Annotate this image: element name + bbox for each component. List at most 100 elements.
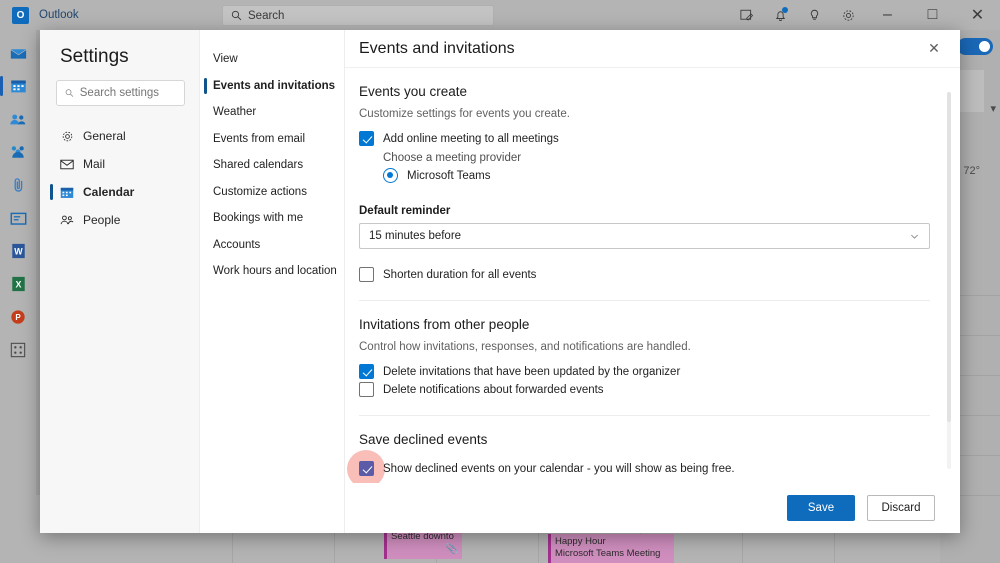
page-title: Events and invitations [359,40,515,58]
subnav-item-accounts[interactable]: Accounts [200,232,344,259]
checkbox-label: Shorten duration for all events [383,269,536,281]
save-button[interactable]: Save [787,495,855,521]
settings-gear-icon[interactable] [831,0,865,30]
subnav-item-shared-calendars[interactable]: Shared calendars [200,152,344,179]
settings-search-input[interactable] [80,87,184,99]
subnav-item-bookings-with-me[interactable]: Bookings with me [200,205,344,232]
checkbox-delete-forwarded-notifications[interactable] [359,382,374,397]
more-apps-icon [10,342,26,358]
checkbox-row-add-online-meeting[interactable]: Add online meeting to all meetings [359,131,930,146]
default-reminder-value: 15 minutes before [369,230,461,242]
content-header: Events and invitations ✕ [345,30,960,68]
rail-item-people[interactable] [2,104,34,134]
svg-text:P: P [15,313,21,322]
subnav-item-events-and-invitations[interactable]: Events and invitations [200,73,344,100]
rail-item-notes[interactable] [2,203,34,233]
title-bar: O Outlook Search [0,0,1000,30]
people-icon [60,214,74,226]
settings-dialog: Settings General [40,30,960,533]
checkbox-delete-updated-invitations[interactable] [359,364,374,379]
sidebar-item-label: Mail [83,157,105,171]
sidebar-item-mail[interactable]: Mail [40,150,199,178]
section-desc-events-you-create: Customize settings for events you create… [359,108,930,120]
sidebar-item-people[interactable]: People [40,206,199,234]
notifications-bell-icon[interactable] [763,0,797,30]
sidebar-item-label: People [83,213,120,227]
checkbox-row-delete-updated-invitations[interactable]: Delete invitations that have been update… [359,364,930,379]
view-toggle-switch[interactable] [957,38,993,55]
gear-icon [60,130,74,143]
sidebar-item-general[interactable]: General [40,122,199,150]
excel-icon: X [11,276,26,292]
meeting-provider-label: Choose a meeting provider [383,152,930,164]
default-reminder-dropdown[interactable]: 15 minutes before [359,223,930,249]
close-button[interactable]: ✕ [955,0,1000,30]
radio-row-microsoft-teams[interactable]: Microsoft Teams [383,168,930,183]
checkbox-row-shorten-duration[interactable]: Shorten duration for all events [359,267,930,282]
rail-item-word[interactable]: W [2,236,34,266]
rail-item-calendar[interactable] [2,71,34,101]
close-icon[interactable]: ✕ [922,37,946,61]
dialog-footer: Save Discard [345,483,960,533]
section-title-save-declined-events: Save declined events [359,432,930,447]
sidebar-item-label: Calendar [83,185,134,199]
weather-temperature: 72° [963,165,980,177]
section-title-invitations: Invitations from other people [359,317,930,332]
notepad-icon[interactable] [729,0,763,30]
subnav-item-events-from-email[interactable]: Events from email [200,126,344,153]
rail-item-powerpoint[interactable]: P [2,302,34,332]
maximize-button[interactable]: □ [910,0,955,30]
subnav-item-view[interactable]: View [200,46,344,73]
global-search-placeholder: Search [248,10,284,22]
calendar-event[interactable]: Happy Hour Microsoft Teams Meeting [548,534,674,563]
rail-item-more-apps[interactable] [2,335,34,365]
attachment-clip-icon: 📎 [446,544,458,557]
rail-item-groups[interactable] [2,137,34,167]
notes-icon [10,211,27,226]
chevron-down-icon [909,231,920,242]
rail-item-excel[interactable]: X [2,269,34,299]
scrollbar-thumb[interactable] [947,92,951,422]
checkbox-shorten-duration[interactable] [359,267,374,282]
content-scrollbar[interactable] [947,92,951,469]
lightbulb-icon[interactable] [797,0,831,30]
mail-icon [10,46,27,61]
search-icon [65,88,74,98]
sidebar-item-label: General [83,129,126,143]
minimize-button[interactable]: – [865,0,910,30]
subnav-item-weather[interactable]: Weather [200,99,344,126]
section-divider [359,415,930,416]
outlook-window: O Outlook Search [0,0,1000,563]
settings-content-pane: Events and invitations ✕ Events you crea… [345,30,960,533]
rail-item-mail[interactable] [2,38,34,68]
attachments-icon [11,177,26,193]
subnav-item-work-hours-and-location[interactable]: Work hours and location [200,258,344,285]
search-icon [231,10,242,21]
checkbox-row-delete-forwarded-notifications[interactable]: Delete notifications about forwarded eve… [359,382,930,397]
settings-search-box[interactable] [56,80,185,106]
radio-microsoft-teams[interactable] [383,168,398,183]
word-icon: W [11,243,26,259]
titlebar-icon-group: – □ ✕ [729,0,1000,30]
checkbox-label: Add online meeting to all meetings [383,133,559,145]
svg-text:W: W [14,247,23,257]
settings-category-pane: Settings General [40,30,200,533]
checkbox-show-declined-events[interactable] [359,461,374,476]
global-search-box[interactable]: Search [222,5,494,26]
checkbox-add-online-meeting[interactable] [359,131,374,146]
chevron-down-icon[interactable]: ▾ [990,102,996,115]
rail-item-attachments[interactable] [2,170,34,200]
sidebar-item-calendar[interactable]: Calendar [40,178,199,206]
svg-text:X: X [15,280,21,290]
subnav-item-customize-actions[interactable]: Customize actions [200,179,344,206]
checkbox-label: Delete notifications about forwarded eve… [383,384,604,396]
section-divider [359,300,930,301]
powerpoint-icon: P [10,309,26,325]
calendar-event-subtitle: Microsoft Teams Meeting [555,548,670,560]
calendar-event-title: Happy Hour [555,536,670,548]
calendar-event[interactable]: Seattle downto 📎 [384,529,462,559]
default-reminder-label: Default reminder [359,205,930,217]
notification-badge [782,7,788,13]
discard-button[interactable]: Discard [867,495,935,521]
checkbox-row-show-declined-events[interactable]: Show declined events on your calendar - … [359,461,930,476]
